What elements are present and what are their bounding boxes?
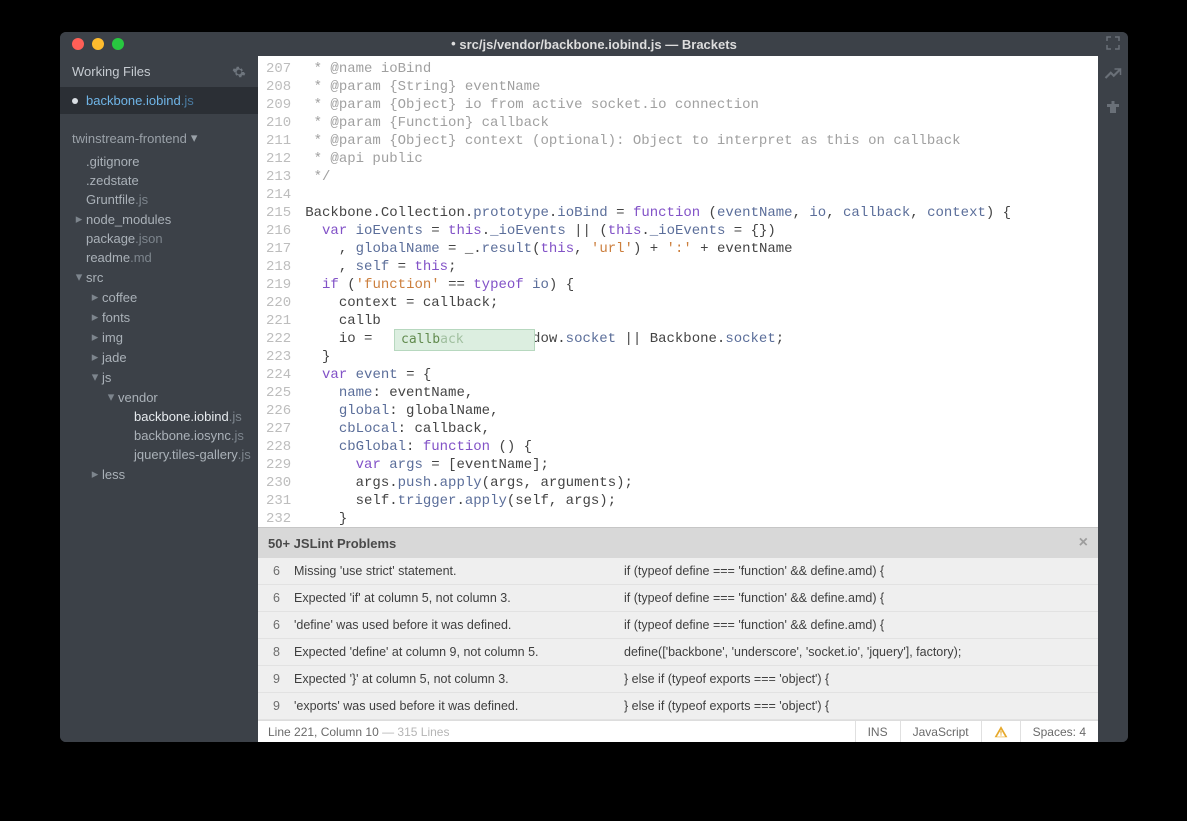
tree-item[interactable]: .gitignore bbox=[68, 152, 254, 171]
tree-item[interactable]: ▸less bbox=[68, 464, 254, 484]
tree-item[interactable]: ▸img bbox=[68, 327, 254, 347]
problem-row[interactable]: 9'exports' was used before it was define… bbox=[258, 693, 1098, 720]
modified-dot bbox=[72, 98, 78, 104]
cursor-position: Line 221, Column 10 bbox=[268, 725, 379, 739]
chevron-down-icon: ▾ bbox=[191, 130, 198, 146]
problem-row[interactable]: 8Expected 'define' at column 9, not colu… bbox=[258, 639, 1098, 666]
autocomplete-hint[interactable]: callback bbox=[394, 329, 535, 351]
line-gutter: 2072082092102112122132142152162172182192… bbox=[258, 56, 301, 527]
tree-item[interactable]: ▸node_modules bbox=[68, 209, 254, 229]
working-file-item[interactable]: backbone.iobind.js bbox=[60, 87, 258, 114]
problems-panel: 50+ JSLint Problems × 6Missing 'use stri… bbox=[258, 527, 1098, 720]
problems-list: 6Missing 'use strict' statement.if (type… bbox=[258, 558, 1098, 720]
working-files-list: backbone.iobind.js bbox=[60, 87, 258, 114]
extensions-icon[interactable] bbox=[1104, 98, 1122, 116]
project-header[interactable]: twinstream-frontend ▾ bbox=[60, 114, 258, 152]
sidebar: Working Files backbone.iobind.js twinstr… bbox=[60, 56, 258, 742]
window-title: • src/js/vendor/backbone.iobind.js — Bra… bbox=[60, 37, 1128, 52]
right-toolbar bbox=[1098, 56, 1128, 742]
working-files-header: Working Files bbox=[60, 56, 258, 87]
indent-mode[interactable]: Spaces: 4 bbox=[1020, 721, 1098, 742]
close-icon[interactable]: × bbox=[1079, 534, 1088, 552]
tree-item[interactable]: backbone.iobind.js bbox=[68, 407, 254, 426]
warning-icon[interactable] bbox=[981, 721, 1020, 742]
tree-item[interactable]: backbone.iosync.js bbox=[68, 426, 254, 445]
tree-item[interactable]: Gruntfile.js bbox=[68, 190, 254, 209]
tree-item[interactable]: jquery.tiles-gallery.js bbox=[68, 445, 254, 464]
file-tree: .gitignore.zedstateGruntfile.js▸node_mod… bbox=[60, 152, 258, 492]
fullscreen-icon[interactable] bbox=[1106, 36, 1120, 50]
tree-item[interactable]: .zedstate bbox=[68, 171, 254, 190]
language-mode[interactable]: JavaScript bbox=[900, 721, 981, 742]
insert-mode[interactable]: INS bbox=[855, 721, 900, 742]
problem-row[interactable]: 6'define' was used before it was defined… bbox=[258, 612, 1098, 639]
statusbar: Line 221, Column 10 — 315 Lines INS Java… bbox=[258, 720, 1098, 742]
tree-item[interactable]: package.json bbox=[68, 229, 254, 248]
gear-icon[interactable] bbox=[232, 65, 246, 79]
main-area: 2072082092102112122132142152162172182192… bbox=[258, 56, 1098, 742]
total-lines: — 315 Lines bbox=[379, 725, 450, 739]
code-content[interactable]: * @name ioBind * @param {String} eventNa… bbox=[301, 56, 1098, 527]
tree-item[interactable]: readme.md bbox=[68, 248, 254, 267]
tree-item[interactable]: ▸jade bbox=[68, 347, 254, 367]
app-window: • src/js/vendor/backbone.iobind.js — Bra… bbox=[60, 32, 1128, 742]
problem-row[interactable]: 6Missing 'use strict' statement.if (type… bbox=[258, 558, 1098, 585]
problem-row[interactable]: 9Expected '}' at column 5, not column 3.… bbox=[258, 666, 1098, 693]
tree-item[interactable]: ▸fonts bbox=[68, 307, 254, 327]
problem-row[interactable]: 6Expected 'if' at column 5, not column 3… bbox=[258, 585, 1098, 612]
tree-item[interactable]: ▾src bbox=[68, 267, 254, 287]
tree-item[interactable]: ▾js bbox=[68, 367, 254, 387]
live-preview-icon[interactable] bbox=[1104, 66, 1122, 84]
titlebar: • src/js/vendor/backbone.iobind.js — Bra… bbox=[60, 32, 1128, 56]
code-editor[interactable]: 2072082092102112122132142152162172182192… bbox=[258, 56, 1098, 527]
problems-title: 50+ JSLint Problems bbox=[268, 536, 396, 551]
tree-item[interactable]: ▸coffee bbox=[68, 287, 254, 307]
tree-item[interactable]: ▾vendor bbox=[68, 387, 254, 407]
